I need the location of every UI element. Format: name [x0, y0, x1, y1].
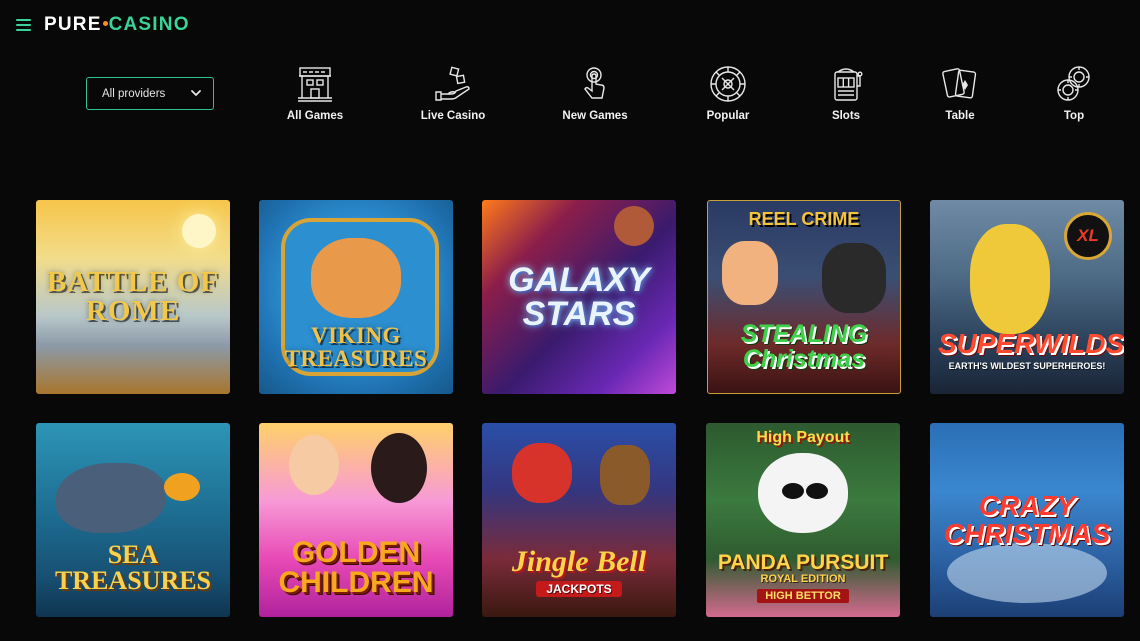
game-title: VIKING TREASURES	[284, 323, 428, 371]
category-new-games[interactable]: New Games	[550, 64, 640, 122]
game-title: SEA TREASURES	[54, 540, 212, 595]
game-title: Jingle Bell	[511, 544, 647, 578]
game-tile-stealing-christmas[interactable]: REEL CRIME STEALING Christmas	[707, 200, 901, 394]
chevron-down-icon	[191, 90, 201, 96]
category-label: All Games	[286, 110, 344, 122]
category-table[interactable]: Table	[915, 64, 1005, 122]
game-tile-crazy-christmas[interactable]: CRAZY CHRISTMAS	[930, 423, 1124, 617]
game-title: CRAZY CHRISTMAS	[943, 490, 1111, 549]
logo-text-casino: CASINO	[108, 14, 190, 35]
logo-text-pure: PURE	[44, 14, 102, 35]
game-tile-panda-pursuit[interactable]: High Payout PANDA PURSUIT ROYAL EDITION …	[706, 423, 900, 617]
game-tile-sea-treasures[interactable]: SEA TREASURES	[36, 423, 230, 617]
top-bar: PURE CASINO	[0, 0, 1140, 52]
logo-dot	[102, 20, 108, 26]
game-badge: XL	[1064, 212, 1112, 260]
provider-select-value: All providers	[102, 87, 166, 100]
game-title: GOLDEN CHILDREN	[278, 536, 434, 599]
category-label: Slots	[831, 110, 861, 122]
category-all-games[interactable]: All Games	[270, 64, 360, 122]
game-tile-golden-children[interactable]: GOLDEN CHILDREN	[259, 423, 453, 617]
game-tile-jingle-bell-jackpots[interactable]: Jingle Bell JACKPOTS	[482, 423, 676, 617]
game-tile-battle-of-rome[interactable]: BATTLE OF ROME	[36, 200, 230, 394]
dealer-hand-dice-icon	[435, 66, 470, 101]
casino-building-icon	[298, 67, 332, 102]
slot-machine-icon	[834, 68, 863, 101]
game-subtitle: ROYAL EDITION	[760, 573, 846, 586]
category-top[interactable]: Top	[1029, 64, 1119, 122]
category-label: New Games	[562, 110, 628, 122]
roulette-wheel-icon	[710, 66, 746, 102]
touch-finger-icon	[584, 67, 605, 99]
category-label: Live Casino	[420, 110, 486, 122]
game-tile-superwilds[interactable]: XL SUPERWILDS EARTH'S WILDEST SUPERHEROE…	[930, 200, 1124, 394]
game-badge: REEL CRIME	[748, 209, 860, 229]
game-subtitle: EARTH'S WILDEST SUPERHEROES!	[948, 361, 1106, 372]
game-subtitle: JACKPOTS	[536, 580, 622, 598]
game-tile-viking-treasures[interactable]: VIKING TREASURES	[259, 200, 453, 394]
playing-cards-icon	[942, 68, 977, 99]
site-logo[interactable]: PURE CASINO	[44, 14, 190, 36]
category-label: Popular	[706, 110, 750, 122]
game-title: SUPERWILDS	[938, 328, 1124, 360]
category-slots[interactable]: Slots	[801, 64, 891, 122]
game-title: BATTLE OF ROME	[46, 266, 220, 327]
category-label: Table	[945, 110, 975, 122]
game-tile-galaxy-stars[interactable]: GALAXY STARS	[482, 200, 676, 394]
casino-chips-icon	[1057, 66, 1090, 101]
game-title: PANDA PURSUIT	[717, 551, 889, 575]
game-title: GALAXY STARS	[508, 261, 650, 333]
category-live-casino[interactable]: Live Casino	[408, 64, 498, 122]
category-popular[interactable]: Popular	[683, 64, 773, 122]
game-badge: High Payout	[756, 429, 850, 446]
game-tag: HIGH BETTOR	[757, 588, 849, 603]
hamburger-menu-icon[interactable]	[16, 19, 31, 31]
provider-select[interactable]: All providers	[86, 77, 214, 110]
category-label: Top	[1063, 110, 1085, 122]
game-title: STEALING Christmas	[740, 320, 868, 373]
